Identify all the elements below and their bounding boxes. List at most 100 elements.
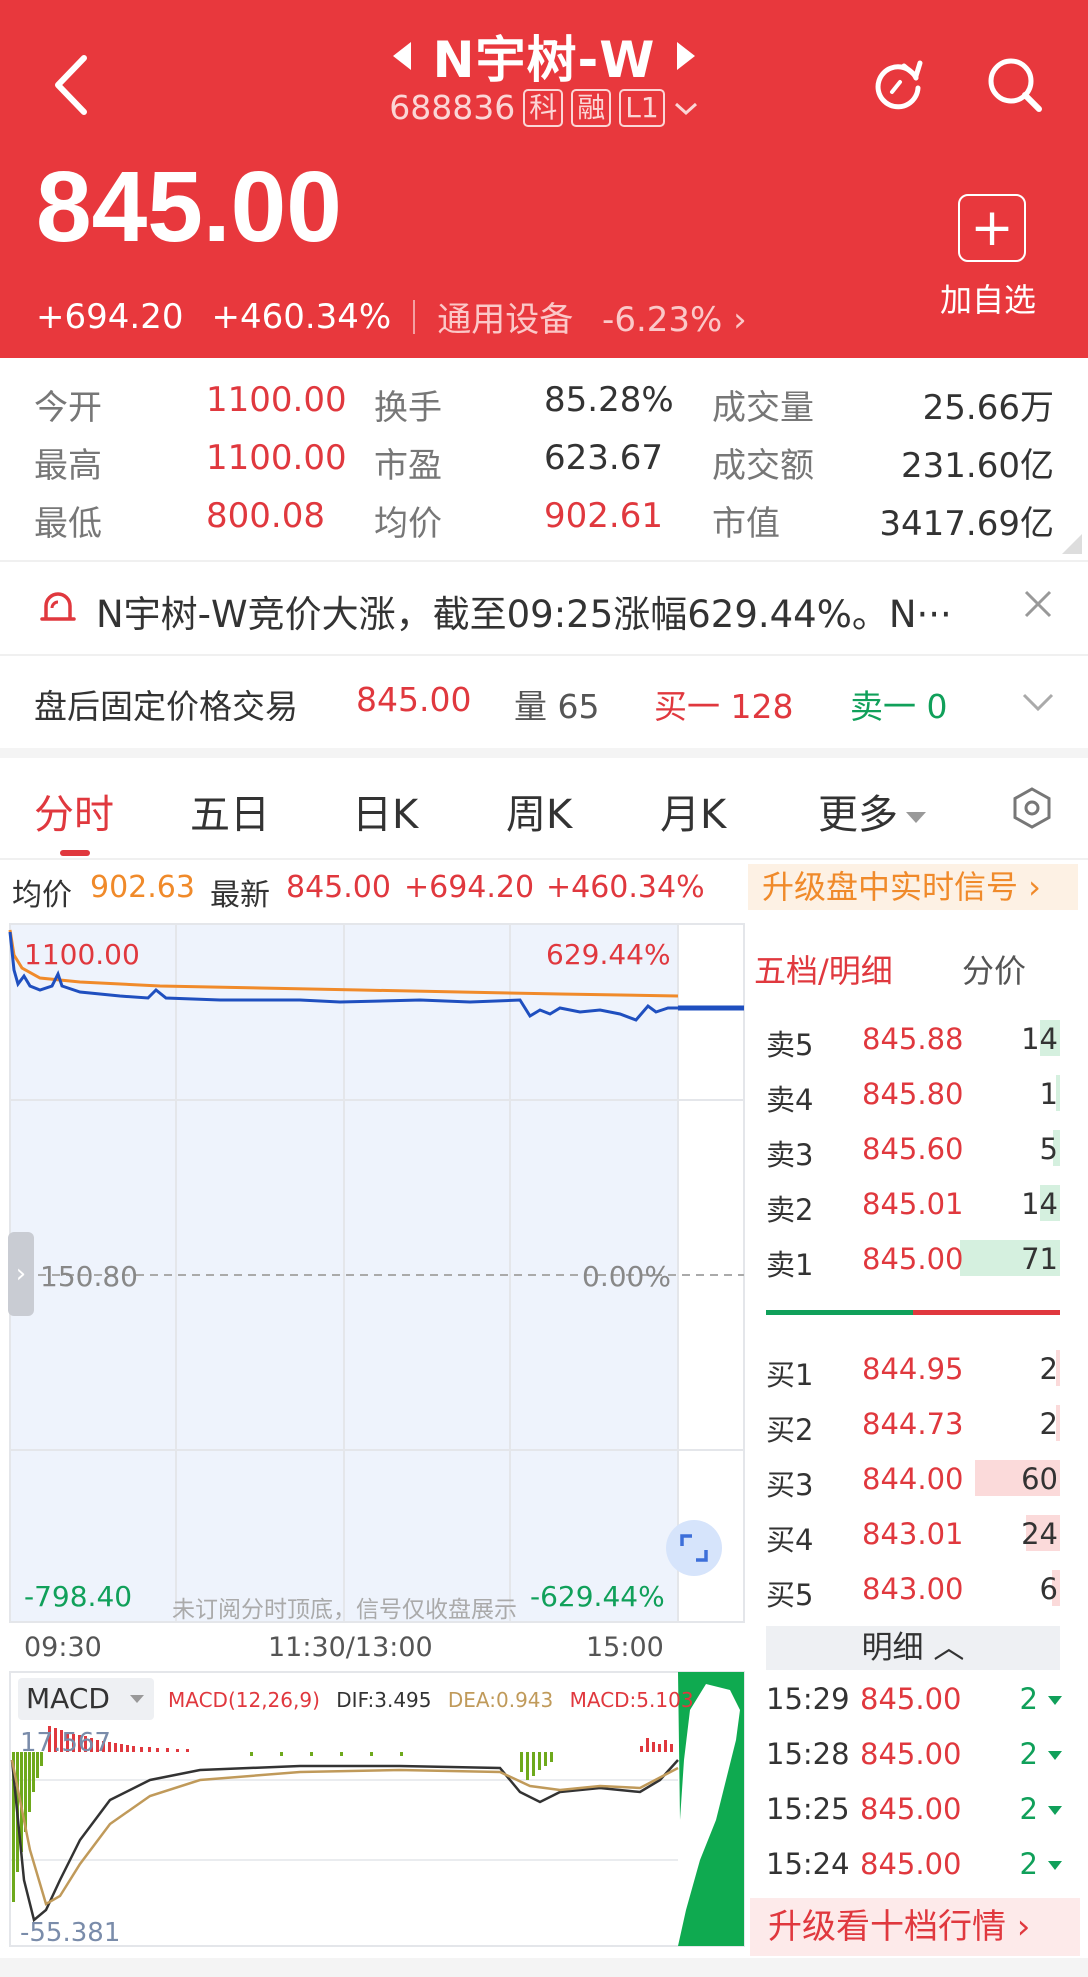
sell-level-volume: 71 [1021,1242,1058,1276]
tick-price: 845.00 [860,1682,962,1716]
tab-orderbook[interactable]: 五档/明细 [754,946,893,992]
stat-value: 902.61 [544,496,663,536]
add-watchlist-label[interactable]: 加自选 [940,275,1036,321]
macd-param-label: MACD(12,26,9) [168,1688,320,1712]
close-icon[interactable] [1020,586,1056,622]
buy-level-row[interactable]: 买3 844.00 60 [766,1456,1060,1502]
chevron-down-icon[interactable] [673,98,699,118]
sell-level-row[interactable]: 卖5 845.88 14 [766,1016,1060,1062]
stock-name: N宇树-W [432,31,656,89]
tag-star-market: 科 [523,88,564,127]
sell-level-price: 845.80 [862,1077,964,1111]
chart-watermark: 未订阅分时顶底，信号仅收盘展示 [172,1597,517,1623]
industry-name: 通用设备 [437,300,574,340]
next-stock-icon[interactable] [677,42,696,70]
tick-row: 15:25 845.00 2 [766,1786,1066,1830]
sell-level-row[interactable]: 卖2 845.01 14 [766,1181,1060,1227]
chart-bottom-price: -798.40 [24,1580,133,1613]
price-change-pct: +460.34% [211,296,392,337]
detail-toggle[interactable]: 明细 ︿ [766,1626,1060,1670]
intraday-chart[interactable] [0,920,748,1950]
tick-time: 15:28 [766,1737,850,1771]
stat-label: 换手 [374,388,442,428]
upgrade-signal-button[interactable]: 升级盘中实时信号 › [748,864,1078,910]
tab-intraday[interactable]: 分时 [34,782,114,840]
latest-change-pct: +460.34% [546,870,705,905]
sell-level-price: 845.88 [862,1022,964,1056]
buy-level-volume: 24 [1021,1517,1058,1551]
after-hours-volume: 量 65 [514,687,600,726]
macd-dif: DIF:3.495 [336,1688,432,1712]
settings-hexagon-icon[interactable] [1010,786,1054,830]
tab-weekly-k[interactable]: 周K [506,782,572,840]
sell-arrow-icon [1048,1806,1062,1815]
tick-volume: 2 [1019,1792,1038,1826]
sell-level-row[interactable]: 卖3 845.60 5 [766,1126,1060,1172]
stock-code: 688836 [389,88,516,127]
orderbook-header: 五档/明细 分价 [740,946,1080,990]
chart-bottom-pct: -629.44% [530,1580,665,1613]
macd-bottom-value: -55.381 [20,1918,121,1948]
sell-level-label: 卖2 [766,1193,814,1227]
buy-level-price: 844.00 [862,1462,964,1496]
latest-change: +694.20 [404,870,535,905]
tab-more[interactable]: 更多 [818,782,926,840]
tick-price: 845.00 [860,1737,962,1771]
search-icon[interactable] [985,55,1043,113]
chevron-down-icon[interactable] [1020,684,1056,720]
tag-level1: L1 [619,88,665,127]
macd-params: MACD(12,26,9) DIF:3.495 DEA:0.943 MACD:5… [168,1688,704,1712]
fullscreen-icon[interactable] [666,1520,722,1576]
buy-level-row[interactable]: 买2 844.73 2 [766,1401,1060,1447]
tab-five-day[interactable]: 五日 [190,782,270,840]
sell-level-label: 卖5 [766,1028,814,1062]
tick-row: 15:24 845.00 2 [766,1841,1066,1885]
news-banner[interactable]: N宇树-W竞价大涨，截至09:25涨幅629.44%。N··· [0,562,1088,654]
stat-label: 均价 [374,504,442,544]
upgrade-ten-level-button[interactable]: 升级看十档行情 › [750,1898,1080,1956]
stat-value: 1100.00 [206,438,347,478]
news-text[interactable]: N宇树-W竞价大涨，截至09:25涨幅629.44%。N··· [96,584,986,638]
tag-margin: 融 [571,88,612,127]
stat-value: 800.08 [206,496,325,536]
avg-value: 902.63 [90,870,195,905]
side-panel-toggle[interactable]: › [8,1232,34,1316]
stat-label: 市盈 [374,446,442,486]
tick-volume: 2 [1019,1682,1038,1716]
time-label-mid: 11:30/13:00 [268,1632,433,1663]
sell-level-row[interactable]: 卖4 845.80 1 [766,1071,1060,1117]
stat-value: 25.66万 [922,388,1054,428]
add-watchlist-button[interactable]: + [958,194,1026,262]
stat-label: 成交额 [712,446,814,486]
chart-tabs: 分时 五日 日K 周K 月K 更多 [0,758,1088,858]
after-hours-label: 盘后固定价格交易 [34,687,298,726]
sell-level-volume: 1 [1039,1077,1058,1111]
previous-stock-icon[interactable] [392,42,411,70]
chart-top-pct: 629.44% [546,938,671,971]
caret-down-icon [906,811,926,823]
industry-link[interactable]: 通用设备 -6.23% › [437,292,747,341]
price-change: +694.20 [36,296,184,337]
buy-level-row[interactable]: 买4 843.01 24 [766,1511,1060,1557]
sell-level-volume: 14 [1021,1022,1058,1056]
divider [413,299,416,334]
after-hours-row[interactable]: 盘后固定价格交易 845.00 量 65 买一 128 卖一 0 [0,656,1088,748]
after-hours-price: 845.00 [356,680,472,719]
buy-level-row[interactable]: 买1 844.95 2 [766,1346,1060,1392]
tab-price-distribution[interactable]: 分价 [962,946,1026,992]
expand-stats-icon[interactable] [1062,534,1082,554]
tab-daily-k[interactable]: 日K [352,782,418,840]
divider [0,858,1088,860]
buy-level-row[interactable]: 买5 843.00 6 [766,1566,1060,1612]
buy-level-label: 买2 [766,1413,814,1447]
indicator-selector[interactable]: MACD [18,1678,154,1720]
sell-level-row[interactable]: 卖1 845.00 71 [766,1236,1060,1282]
tick-volume: 2 [1019,1847,1038,1881]
price-change-row: +694.20 +460.34% 通用设备 -6.23% › [36,292,747,341]
macd-dea: DEA:0.943 [447,1688,554,1712]
tab-monthly-k[interactable]: 月K [660,782,726,840]
refresh-icon[interactable] [870,58,926,114]
stat-value: 3417.69亿 [879,504,1054,544]
sell-arrow-icon [1048,1861,1062,1870]
stat-value: 1100.00 [206,380,347,420]
